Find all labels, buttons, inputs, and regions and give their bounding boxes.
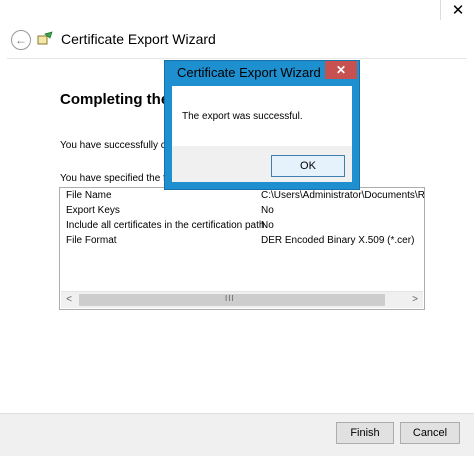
dialog-close-button[interactable]: ✕: [325, 61, 357, 79]
back-arrow-icon[interactable]: ←: [11, 30, 31, 50]
dialog-title: Certificate Export Wizard: [177, 65, 321, 80]
window-titlebar: ✕: [0, 0, 474, 22]
cancel-button[interactable]: Cancel: [400, 422, 460, 444]
scroll-left-arrow-icon[interactable]: <: [61, 292, 77, 308]
export-success-dialog: Certificate Export Wizard ✕ The export w…: [164, 60, 360, 190]
settings-list[interactable]: File Name C:\Users\Administrator\Documen…: [59, 187, 425, 310]
scrollbar-grip-icon: III: [225, 294, 235, 303]
scroll-right-arrow-icon[interactable]: >: [407, 292, 423, 308]
wizard-title: Certificate Export Wizard: [61, 31, 216, 47]
dialog-message: The export was successful.: [182, 111, 303, 122]
page-heading: Completing the: [60, 91, 170, 108]
setting-value: No: [261, 205, 274, 216]
setting-value: DER Encoded Binary X.509 (*.cer): [261, 235, 415, 246]
certificate-wizard-icon: [37, 31, 53, 45]
setting-name: Export Keys: [66, 205, 120, 216]
window-close-button[interactable]: ✕: [440, 0, 474, 20]
setting-name: Include all certificates in the certific…: [66, 220, 265, 231]
specified-settings-text: You have specified the fo: [60, 173, 172, 184]
setting-value: No: [261, 220, 274, 231]
horizontal-scrollbar[interactable]: < III >: [61, 291, 423, 308]
scrollbar-thumb[interactable]: III: [79, 294, 385, 306]
success-text: You have successfully co: [60, 140, 172, 151]
setting-value: C:\Users\Administrator\Documents\Ro: [261, 190, 425, 201]
ok-button[interactable]: OK: [271, 155, 345, 177]
setting-name: File Format: [66, 235, 117, 246]
finish-button[interactable]: Finish: [336, 422, 394, 444]
setting-name: File Name: [66, 190, 112, 201]
